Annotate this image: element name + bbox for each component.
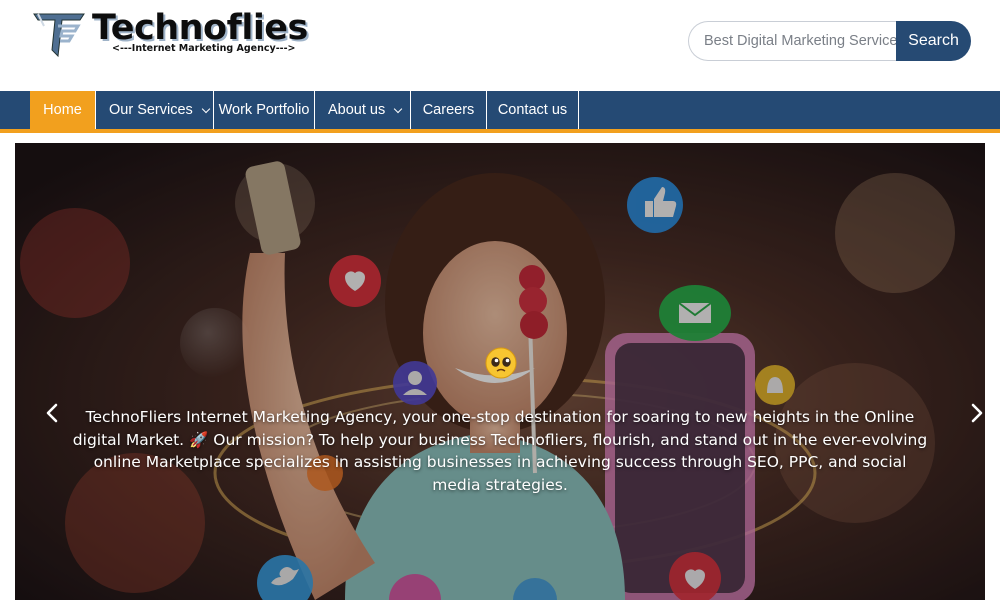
site-header: Technoflies <---Internet Marketing Agenc…	[0, 0, 1000, 91]
chevron-down-icon	[394, 104, 403, 113]
nav-list: Home Our Services Work Portfolio About u…	[30, 91, 579, 129]
nav-item-home[interactable]: Home	[30, 91, 96, 129]
chevron-down-icon	[201, 104, 211, 113]
hero-caption: TechnoFliers Internet Marketing Agency, …	[72, 408, 928, 494]
nav-item-label: About us	[328, 102, 386, 118]
nav-item-contact-us[interactable]: Contact us	[487, 91, 579, 129]
logo-title: Technoflies	[92, 8, 308, 48]
pleading-face-emoji-icon	[485, 347, 517, 379]
nav-item-careers[interactable]: Careers	[411, 91, 487, 129]
nav-accent-bar	[0, 129, 1000, 133]
hero-slider: TechnoFliers Internet Marketing Agency, …	[15, 143, 985, 600]
search-button[interactable]: Search	[896, 21, 971, 61]
nav-item-about-us[interactable]: About us	[315, 91, 411, 129]
tf-logo-icon	[33, 13, 85, 58]
nav-item-label: Work Portfolio	[218, 102, 310, 118]
search-form: Search	[688, 21, 971, 61]
nav-item-label: Contact us	[497, 102, 568, 118]
chevron-left-icon[interactable]	[37, 398, 67, 428]
nav-item-label: Home	[43, 102, 82, 118]
main-nav: Home Our Services Work Portfolio About u…	[0, 91, 1000, 129]
logo-tagline: <---Internet Marketing Agency--->	[112, 43, 296, 54]
site-logo[interactable]: Technoflies <---Internet Marketing Agenc…	[32, 8, 308, 62]
nav-item-work-portfolio[interactable]: Work Portfolio	[214, 91, 315, 129]
nav-item-our-services[interactable]: Our Services	[96, 91, 214, 129]
nav-item-label: Careers	[422, 102, 475, 118]
chevron-right-icon[interactable]	[962, 398, 985, 428]
search-input[interactable]	[688, 21, 903, 61]
nav-item-label: Our Services	[109, 102, 193, 118]
